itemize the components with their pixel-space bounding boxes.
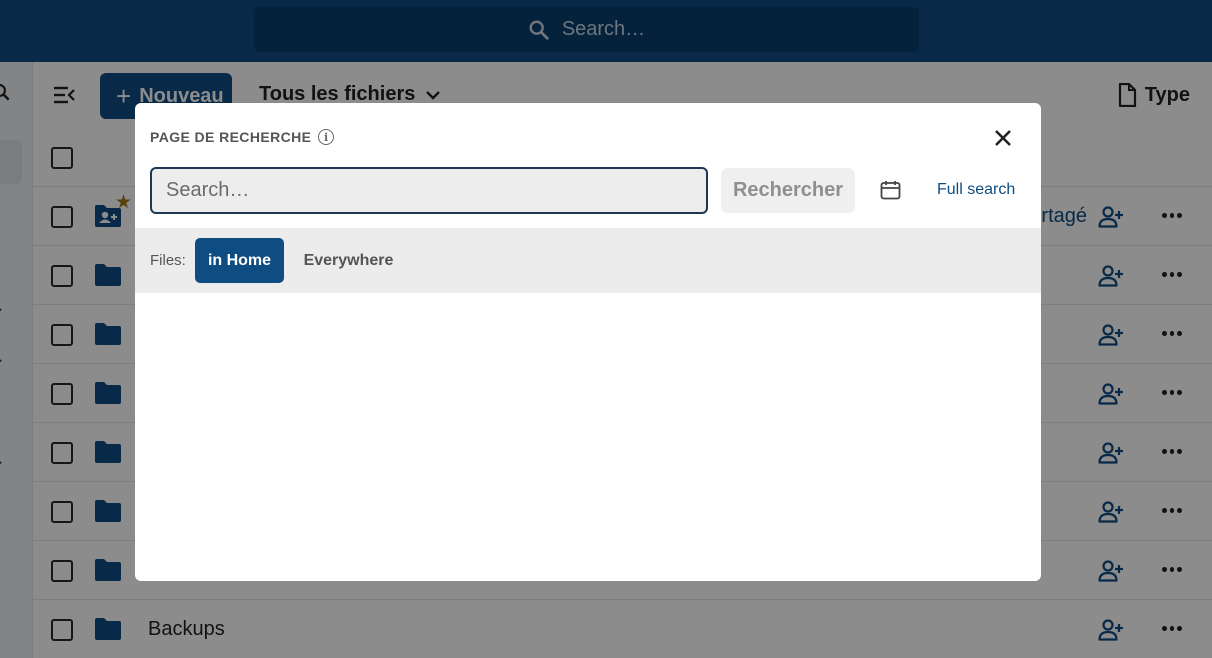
close-icon[interactable] [993, 128, 1013, 148]
filter-everywhere-button[interactable]: Everywhere [294, 238, 403, 283]
calendar-icon[interactable] [880, 180, 901, 200]
filter-in-home-button[interactable]: in Home [195, 238, 284, 283]
modal-title: PAGE DE RECHERCHE i [150, 129, 335, 145]
full-search-link[interactable]: Full search [937, 181, 1015, 199]
search-button[interactable]: Rechercher [721, 168, 855, 213]
info-icon[interactable]: i [318, 129, 335, 145]
filter-label: Files: [150, 252, 186, 269]
modal-title-text: PAGE DE RECHERCHE [150, 129, 312, 145]
filter-bar: Files: in Home Everywhere [135, 228, 1041, 293]
search-modal: PAGE DE RECHERCHE i Rechercher Full sear… [135, 103, 1041, 581]
search-input[interactable] [150, 167, 708, 214]
